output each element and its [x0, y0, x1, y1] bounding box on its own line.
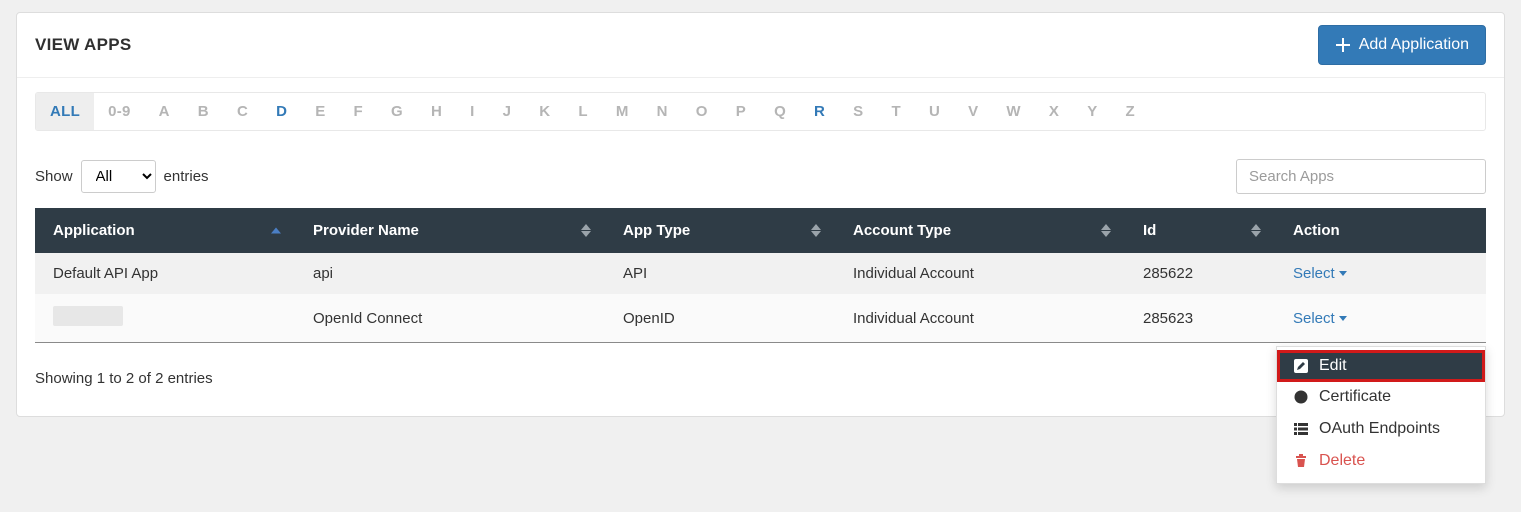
cell-apptype: API — [605, 253, 835, 294]
alpha-tab-w[interactable]: W — [992, 93, 1034, 130]
alpha-tab-j[interactable]: J — [489, 93, 526, 130]
action-oauth[interactable]: OAuth Endpoints — [1277, 413, 1485, 445]
panel-header: VIEW APPS Add Application — [17, 13, 1504, 78]
alpha-tab-s[interactable]: S — [839, 93, 877, 130]
cell-provider: api — [295, 253, 605, 294]
alpha-tab-y[interactable]: Y — [1073, 93, 1111, 130]
cell-action: Select — [1275, 253, 1486, 294]
caret-down-icon — [1339, 271, 1347, 276]
sort-asc-icon — [271, 227, 281, 234]
table-divider — [35, 342, 1486, 343]
alpha-tab-o[interactable]: O — [682, 93, 722, 130]
col-action-label: Action — [1293, 222, 1340, 239]
view-apps-panel: VIEW APPS Add Application ALL0-9ABCDEFGH… — [16, 12, 1505, 417]
action-dropdown: Edit Certificate OAuth Endpoints Delete — [1276, 346, 1486, 484]
col-accounttype[interactable]: Account Type — [835, 208, 1125, 253]
table-controls: Show All entries — [35, 159, 1486, 194]
redacted-text — [53, 306, 123, 326]
col-apptype[interactable]: App Type — [605, 208, 835, 253]
col-provider-label: Provider Name — [313, 222, 419, 239]
cell-accounttype: Individual Account — [835, 253, 1125, 294]
alpha-tab-e[interactable]: E — [301, 93, 339, 130]
alpha-tab-h[interactable]: H — [417, 93, 456, 130]
alpha-tab-v[interactable]: V — [954, 93, 992, 130]
col-id-label: Id — [1143, 222, 1156, 239]
alpha-tab-u[interactable]: U — [915, 93, 954, 130]
cell-application — [35, 294, 295, 342]
cell-application: Default API App — [35, 253, 295, 294]
col-application[interactable]: Application — [35, 208, 295, 253]
cell-apptype: OpenID — [605, 294, 835, 342]
add-application-label: Add Application — [1359, 36, 1469, 54]
action-oauth-label: OAuth Endpoints — [1319, 420, 1440, 438]
entries-info: Showing 1 to 2 of 2 entries — [35, 370, 213, 387]
alpha-tab-p[interactable]: P — [722, 93, 760, 130]
action-delete[interactable]: Delete — [1277, 445, 1485, 477]
alpha-tab-q[interactable]: Q — [760, 93, 800, 130]
alpha-tab-b[interactable]: B — [184, 93, 223, 130]
alpha-tab-c[interactable]: C — [223, 93, 262, 130]
action-edit-label: Edit — [1319, 357, 1347, 375]
alpha-tab-m[interactable]: M — [602, 93, 643, 130]
page-size-control: Show All entries — [35, 160, 209, 193]
add-application-button[interactable]: Add Application — [1318, 25, 1486, 65]
plus-icon — [1335, 37, 1351, 53]
col-application-label: Application — [53, 222, 135, 239]
apps-table: Application Provider Name App Type Accou… — [35, 208, 1486, 342]
alpha-tab-f[interactable]: F — [340, 93, 377, 130]
entries-label: entries — [164, 168, 209, 185]
action-edit[interactable]: Edit — [1277, 350, 1485, 382]
cell-action: Select — [1275, 294, 1486, 342]
col-provider[interactable]: Provider Name — [295, 208, 605, 253]
apps-tbody: Default API AppapiAPIIndividual Account2… — [35, 253, 1486, 342]
cell-id: 285623 — [1125, 294, 1275, 342]
table-row: OpenId ConnectOpenIDIndividual Account28… — [35, 294, 1486, 342]
select-action-dropdown[interactable]: Select — [1293, 265, 1347, 282]
trash-icon — [1293, 453, 1309, 469]
sort-icon — [581, 224, 591, 238]
alpha-tab-t[interactable]: T — [877, 93, 914, 130]
sort-icon — [811, 224, 821, 238]
action-certificate[interactable]: Certificate — [1277, 381, 1485, 413]
alpha-tab-all[interactable]: ALL — [36, 93, 94, 130]
alpha-tab-x[interactable]: X — [1035, 93, 1073, 130]
page-title: VIEW APPS — [35, 35, 132, 55]
table-row: Default API AppapiAPIIndividual Account2… — [35, 253, 1486, 294]
show-label: Show — [35, 168, 73, 185]
table-footer: Showing 1 to 2 of 2 entries First Prev — [35, 361, 1486, 410]
alpha-tab-i[interactable]: I — [456, 93, 488, 130]
panel-body: ALL0-9ABCDEFGHIJKLMNOPQRSTUVWXYZ Show Al… — [17, 78, 1504, 416]
col-apptype-label: App Type — [623, 222, 690, 239]
certificate-icon — [1293, 389, 1309, 405]
action-certificate-label: Certificate — [1319, 388, 1391, 406]
action-delete-label: Delete — [1319, 452, 1365, 470]
page-size-select[interactable]: All — [81, 160, 156, 193]
alpha-tab-d[interactable]: D — [262, 93, 301, 130]
cell-provider: OpenId Connect — [295, 294, 605, 342]
select-label: Select — [1293, 310, 1335, 327]
alpha-tab-z[interactable]: Z — [1112, 93, 1149, 130]
alpha-tab-k[interactable]: K — [525, 93, 564, 130]
cell-accounttype: Individual Account — [835, 294, 1125, 342]
select-action-dropdown[interactable]: Select — [1293, 310, 1347, 327]
col-action: Action — [1275, 208, 1486, 253]
alpha-tab-n[interactable]: N — [643, 93, 682, 130]
pencil-icon — [1293, 358, 1309, 374]
col-id[interactable]: Id — [1125, 208, 1275, 253]
alpha-tab-0-9[interactable]: 0-9 — [94, 93, 145, 130]
alpha-tab-l[interactable]: L — [564, 93, 601, 130]
alpha-tab-a[interactable]: A — [145, 93, 184, 130]
select-label: Select — [1293, 265, 1335, 282]
table-header-row: Application Provider Name App Type Accou… — [35, 208, 1486, 253]
search-input[interactable] — [1236, 159, 1486, 194]
sort-icon — [1251, 224, 1261, 238]
cell-id: 285622 — [1125, 253, 1275, 294]
alpha-tab-g[interactable]: G — [377, 93, 417, 130]
alpha-filter-tabs: ALL0-9ABCDEFGHIJKLMNOPQRSTUVWXYZ — [35, 92, 1486, 131]
list-icon — [1293, 421, 1309, 437]
col-accounttype-label: Account Type — [853, 222, 951, 239]
sort-icon — [1101, 224, 1111, 238]
caret-down-icon — [1339, 316, 1347, 321]
alpha-tab-r[interactable]: R — [800, 93, 839, 130]
